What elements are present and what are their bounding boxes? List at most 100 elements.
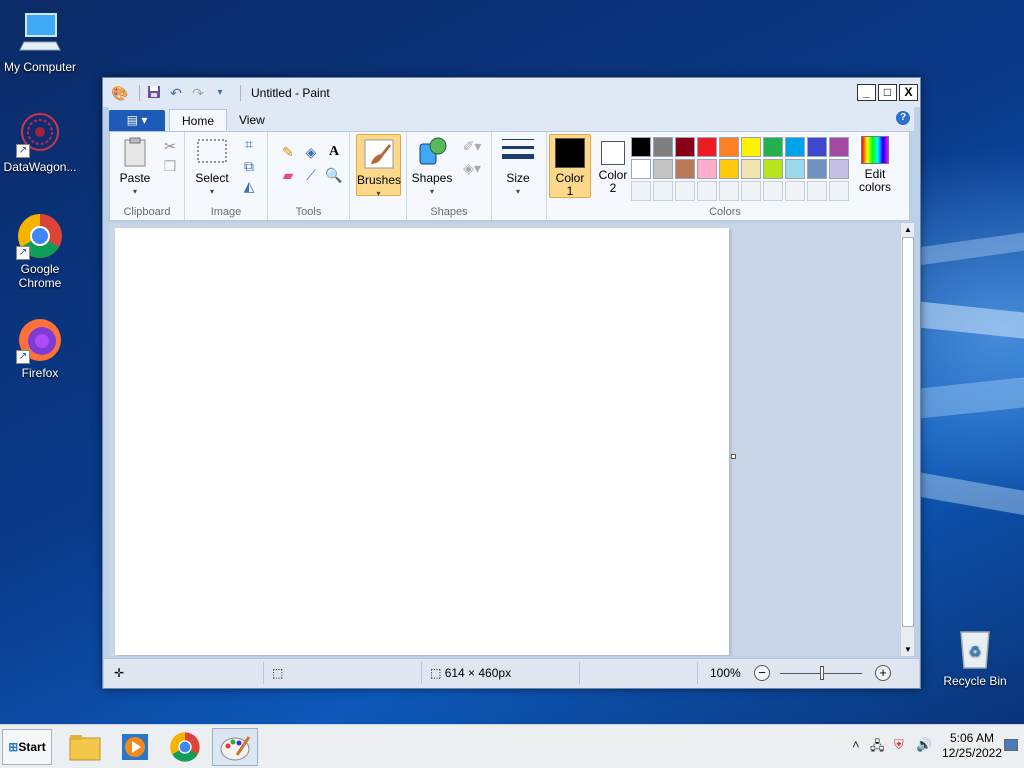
palette-custom-slot[interactable] [697,181,717,201]
taskbar-paint[interactable] [212,728,258,766]
palette-custom-slot[interactable] [653,181,673,201]
title-bar[interactable]: 🎨 ↶ ↷ ▾ Untitled - Paint _ □ X [103,78,920,107]
cut-icon[interactable]: ✂ [160,136,180,156]
color1-button[interactable]: Color 1 [549,134,591,198]
drawing-canvas[interactable] [115,228,729,655]
palette-swatch[interactable] [653,137,673,157]
clock[interactable]: 5:06 AM 12/25/2022 [940,731,1004,761]
network-icon[interactable]: 🖧 [870,737,885,759]
palette-swatch[interactable] [697,137,717,157]
tab-view[interactable]: View [227,109,277,131]
save-icon[interactable] [146,85,162,101]
color2-button[interactable]: Color 2 [593,136,633,195]
canvas-workspace[interactable] [109,223,900,656]
shortcut-arrow-icon: ↗ [16,350,30,364]
taskbar: ⊞Start ˄ 🖧 ⛨ 🔊 5:06 AM 12/25/2022 [0,724,1024,768]
zoom-slider-thumb[interactable] [820,666,824,680]
magnifier-icon[interactable]: 🔍 [324,165,344,185]
paint-icon [220,736,251,761]
palette-swatch[interactable] [829,137,849,157]
palette-swatch[interactable] [697,159,717,179]
palette-custom-slot[interactable] [631,181,651,201]
palette-custom-slot[interactable] [763,181,783,201]
palette-swatch[interactable] [807,137,827,157]
palette-swatch[interactable] [631,137,651,157]
paste-button[interactable]: Paste ▾ [116,136,154,198]
show-desktop-icon[interactable] [1004,739,1018,751]
volume-icon[interactable]: 🔊 [916,737,932,753]
zoom-in-button[interactable]: + [875,665,891,681]
brushes-button[interactable]: Brushes ▾ [356,134,401,198]
help-icon[interactable]: ? [896,111,910,125]
select-button[interactable]: Select ▾ [191,136,233,198]
palette-custom-slot[interactable] [807,181,827,201]
minimize-button[interactable]: _ [857,84,876,101]
scroll-thumb[interactable] [902,237,914,627]
scroll-down-arrow-icon[interactable]: ▼ [901,643,915,656]
palette-swatch[interactable] [785,159,805,179]
dropdown-arrow-icon: ▾ [515,187,520,196]
palette-custom-slot[interactable] [829,181,849,201]
palette-swatch[interactable] [675,159,695,179]
resize-icon[interactable]: ⧉ [239,156,259,176]
undo-icon[interactable]: ↶ [168,85,184,101]
palette-swatch[interactable] [785,137,805,157]
pencil-icon[interactable]: ✎ [278,142,298,162]
redo-icon[interactable]: ↷ [190,85,206,101]
palette-swatch[interactable] [829,159,849,179]
palette-swatch[interactable] [719,159,739,179]
maximize-button[interactable]: □ [878,84,897,101]
computer-icon [16,10,64,58]
text-icon[interactable]: A [324,142,344,162]
eraser-icon[interactable]: ▰ [278,165,298,185]
start-button[interactable]: ⊞Start [2,729,52,765]
close-button[interactable]: X [899,84,918,101]
taskbar-media-player[interactable] [112,728,158,766]
outline-icon[interactable]: ✐▾ [459,136,485,156]
size-button[interactable]: Size ▾ [498,136,538,198]
palette-swatch[interactable] [741,137,761,157]
show-hidden-icons-icon[interactable]: ˄ [852,737,860,752]
copy-icon[interactable]: ❐ [160,156,180,176]
desktop-icon-firefox[interactable]: ↗ Firefox [0,316,80,380]
tab-home[interactable]: Home [169,109,228,131]
edit-colors-button[interactable]: Edit colors [853,136,897,194]
crop-icon[interactable]: ⌗ [239,134,259,154]
customize-qat-icon[interactable]: ▾ [212,85,228,101]
taskbar-file-explorer[interactable] [62,728,108,766]
dropdown-arrow-icon: ▾ [429,187,434,196]
palette-swatch[interactable] [719,137,739,157]
palette-custom-slot[interactable] [675,181,695,201]
security-alert-icon[interactable]: ⛨ [894,737,904,753]
palette-custom-slot[interactable] [719,181,739,201]
rotate-icon[interactable]: ◭ [239,176,259,196]
resize-handle-right[interactable] [731,454,736,459]
palette-swatch[interactable] [675,137,695,157]
palette-swatch[interactable] [631,159,651,179]
palette-swatch[interactable] [763,137,783,157]
fill-bucket-icon[interactable]: ◈ [301,142,321,162]
palette-custom-slot[interactable] [785,181,805,201]
scroll-up-arrow-icon[interactable]: ▲ [901,223,915,236]
canvas-size-value: 614 × 460px [444,666,512,680]
file-menu-button[interactable]: ▤ ▾ [109,110,165,131]
palette-swatch[interactable] [763,159,783,179]
desktop-icon-chrome[interactable]: ↗ Google Chrome [0,212,80,290]
color-picker-icon[interactable]: ⟋ [301,165,321,185]
desktop-icon-recycle-bin[interactable]: ♻ Recycle Bin [935,624,1015,688]
desktop-icon-my-computer[interactable]: My Computer [0,10,80,74]
zoom-out-button[interactable]: − [754,665,770,681]
taskbar-chrome[interactable] [162,728,208,766]
size-group: Size ▾ [492,132,547,220]
palette-custom-slot[interactable] [741,181,761,201]
vertical-scrollbar[interactable]: ▲ ▼ [900,223,914,656]
palette-swatch[interactable] [807,159,827,179]
fill-icon[interactable]: ◈▾ [459,158,485,178]
palette-swatch[interactable] [653,159,673,179]
shapes-button[interactable]: Shapes ▾ [411,136,453,198]
windows-logo-icon: ⊞ [8,740,19,754]
palette-swatch[interactable] [741,159,761,179]
dropdown-arrow-icon: ▾ [209,187,214,196]
paint-app-icon[interactable]: 🎨 [111,85,128,101]
desktop-icon-datawagon[interactable]: ↗ DataWagon... [0,110,80,174]
